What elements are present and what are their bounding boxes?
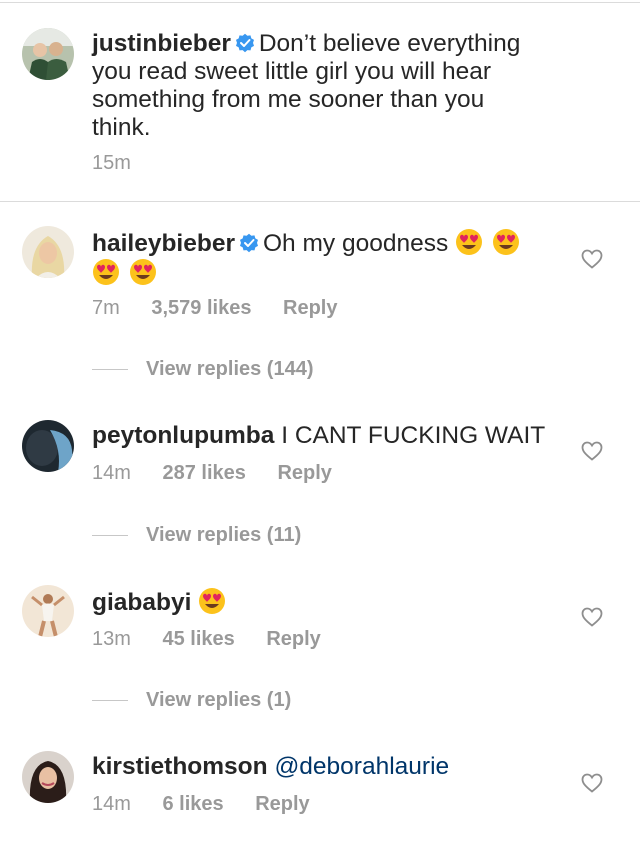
comment-username[interactable]: peytonlupumba [92, 422, 274, 449]
comment-meta: 13m 45 likes Reply [92, 628, 347, 651]
caption-username[interactable]: justinbieber [92, 30, 231, 57]
comment-time: 7m [92, 297, 120, 319]
heart-eyes-emoji-icon [492, 229, 519, 255]
likes-count[interactable]: 287 likes [162, 462, 245, 484]
likes-count[interactable]: 6 likes [162, 793, 223, 815]
like-heart-icon[interactable] [581, 607, 603, 627]
view-replies-button[interactable]: View replies (144) [92, 358, 314, 381]
mention-link[interactable]: @deborahlaurie [274, 753, 449, 780]
view-replies-button[interactable]: View replies (11) [92, 524, 301, 547]
heart-eyes-emoji-icon [199, 588, 226, 614]
view-replies-button[interactable]: View replies (1) [92, 689, 291, 712]
comments-screen: justinbieber Don’t believe everything you… [0, 0, 640, 842]
replies-divider-line [92, 369, 128, 371]
replies-divider-line [92, 535, 128, 537]
comment-time: 13m [92, 628, 131, 650]
avatar-peytonlupumba[interactable] [22, 420, 74, 472]
comment-time: 14m [92, 793, 131, 815]
reply-button[interactable]: Reply [255, 793, 309, 815]
comment-text: I CANT FUCKING WAIT [281, 422, 546, 449]
like-heart-icon[interactable] [581, 773, 603, 793]
caption-time: 15m [92, 152, 131, 174]
avatar-kirstiethomson[interactable] [22, 751, 74, 803]
caption-divider [0, 201, 640, 202]
reply-button[interactable]: Reply [277, 462, 331, 484]
view-replies-label: View replies (144) [146, 358, 314, 380]
comment-body: peytonlupumba I CANT FUCKING WAIT [92, 422, 550, 450]
likes-count[interactable]: 3,579 likes [151, 297, 251, 319]
top-divider [0, 2, 640, 3]
reply-button[interactable]: Reply [266, 628, 320, 650]
like-heart-icon[interactable] [581, 441, 603, 461]
comment-meta: 7m 3,579 likes Reply [92, 297, 363, 320]
heart-eyes-emoji-icon [456, 229, 483, 255]
verified-badge-icon [239, 233, 258, 253]
caption-body: justinbieber Don’t believe everything you… [92, 30, 540, 142]
comment-text: Oh my goodness [262, 230, 449, 257]
comment-username[interactable]: giababyi [92, 589, 191, 616]
avatar-haileybieber[interactable] [22, 226, 74, 278]
verified-badge-icon [235, 33, 254, 53]
view-replies-label: View replies (11) [146, 524, 302, 546]
comment-time: 14m [92, 462, 131, 484]
comment-username[interactable]: kirstiethomson [92, 753, 268, 780]
comment-body: kirstiethomson @deborahlaurie [92, 753, 550, 781]
comment-meta: 14m 287 likes Reply [92, 462, 358, 485]
comment-body: haileybieber Oh my goodness [92, 228, 550, 288]
heart-eyes-emoji-icon [93, 259, 119, 285]
caption-meta: 15m [92, 152, 157, 175]
comment-username[interactable]: haileybieber [92, 230, 235, 257]
comment-body: giababyi [92, 587, 550, 617]
replies-divider-line [92, 700, 128, 702]
likes-count[interactable]: 45 likes [162, 628, 234, 650]
like-heart-icon[interactable] [581, 249, 603, 269]
reply-button[interactable]: Reply [283, 297, 337, 319]
heart-eyes-emoji-icon [129, 259, 156, 285]
avatar-giababyi[interactable] [22, 585, 74, 637]
view-replies-label: View replies (1) [146, 689, 292, 711]
comment-meta: 14m 6 likes Reply [92, 793, 336, 816]
avatar-justinbieber[interactable] [22, 28, 74, 80]
